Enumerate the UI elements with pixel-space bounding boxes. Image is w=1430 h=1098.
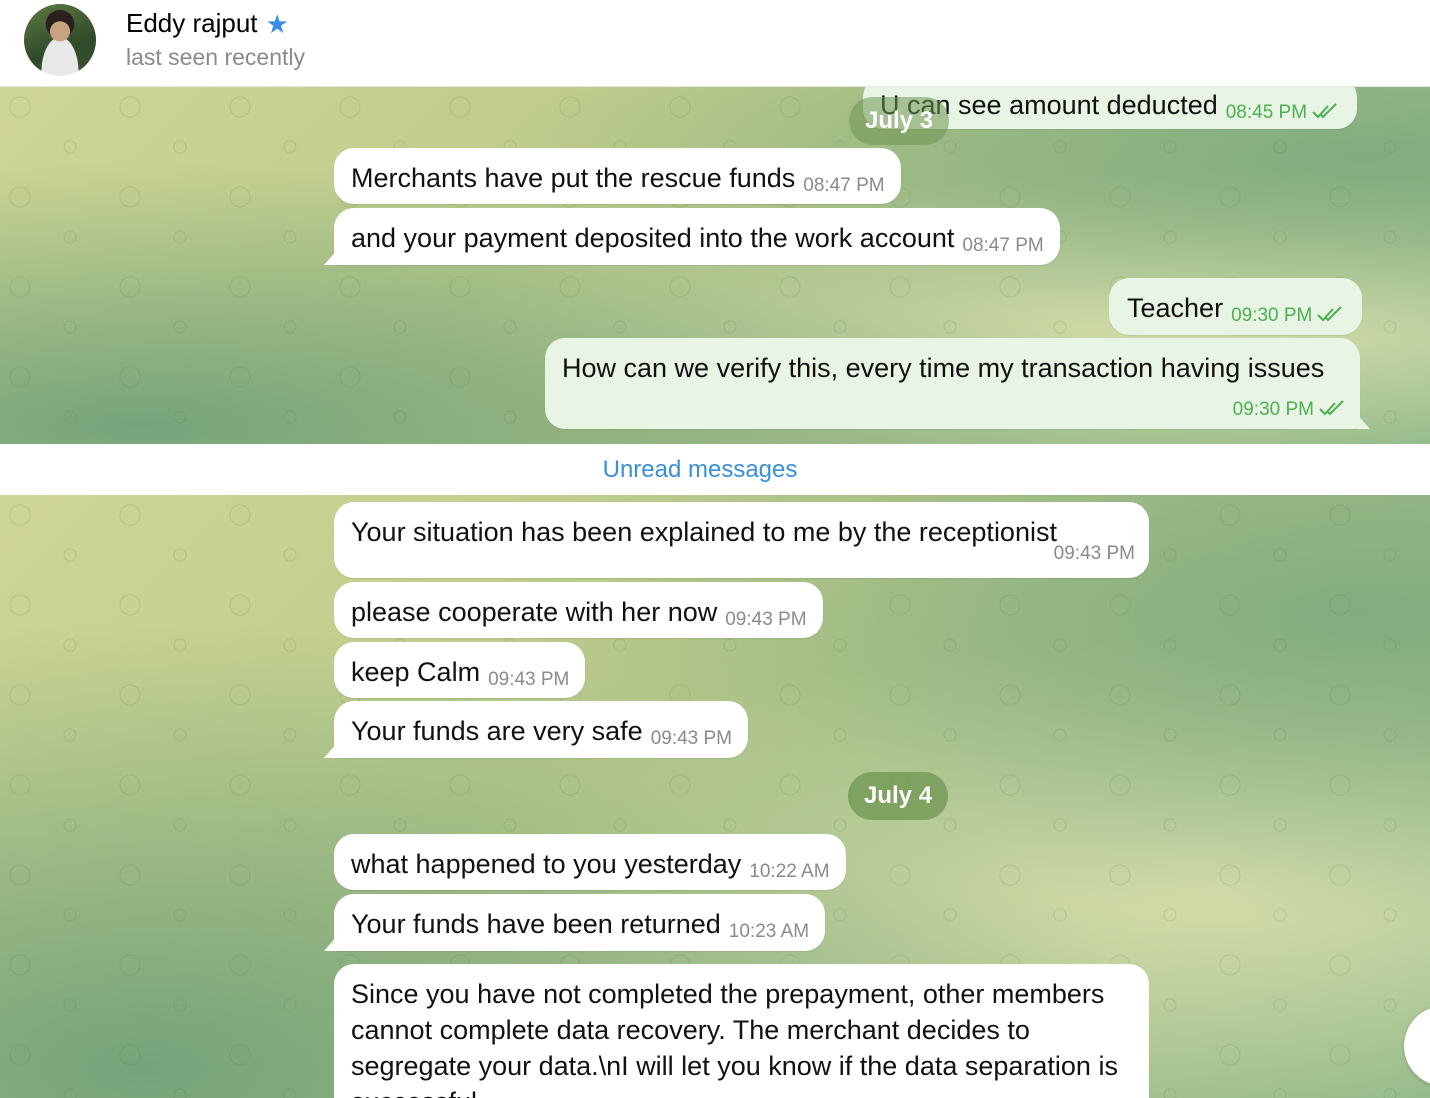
message-text: Your funds are very safe (351, 716, 643, 746)
contact-name[interactable]: Eddy rajput ★ (126, 8, 289, 39)
star-icon: ★ (265, 8, 289, 39)
message-text: How can we verify this, every time my tr… (562, 353, 1325, 383)
chat-header: Eddy rajput ★ last seen recently (0, 0, 1430, 87)
message-time: 08:47 PM (803, 175, 885, 196)
double-check-icon (1312, 103, 1337, 119)
double-check-icon (1319, 400, 1344, 416)
message-text: and your payment deposited into the work… (351, 223, 955, 253)
contact-name-text: Eddy rajput (126, 8, 258, 38)
date-pill: July 3 (849, 97, 950, 145)
unread-label: Unread messages (602, 455, 798, 483)
message-text: Your situation has been explained to me … (351, 517, 1057, 547)
message-incoming[interactable]: what happened to you yesterday 10:22 AM (334, 834, 846, 890)
message-text: Teacher (1127, 293, 1224, 323)
message-incoming[interactable]: keep Calm 09:43 PM (334, 642, 586, 698)
message-incoming[interactable]: please cooperate with her now 09:43 PM (334, 582, 823, 638)
message-text: please cooperate with her now (351, 597, 718, 627)
message-incoming[interactable]: Your funds have been returned 10:23 AM (334, 894, 826, 951)
message-time: 09:43 PM (1053, 543, 1135, 564)
message-outgoing[interactable]: How can we verify this, every time my tr… (545, 338, 1360, 429)
message-time: 08:45 PM (1226, 102, 1341, 123)
message-time: 09:43 PM (650, 728, 733, 749)
message-incoming[interactable]: and your payment deposited into the work… (334, 208, 1060, 265)
message-time: 09:43 PM (725, 609, 807, 630)
message-time: 09:30 PM (1233, 397, 1348, 423)
message-time: 10:23 AM (728, 921, 810, 942)
message-incoming[interactable]: Your situation has been explained to me … (334, 502, 1149, 578)
message-time: 08:47 PM (962, 235, 1044, 256)
double-check-icon (1317, 306, 1343, 322)
date-pill: July 4 (848, 772, 949, 820)
avatar[interactable] (24, 4, 96, 76)
message-incoming[interactable]: Your funds are very safe 09:43 PM (334, 701, 749, 758)
message-text: Merchants have put the rescue funds (351, 163, 796, 193)
message-text: Since you have not completed the prepaym… (351, 979, 1118, 1098)
unread-messages-divider: Unread messages (0, 444, 1430, 495)
message-text: keep Calm (351, 657, 481, 687)
chat-background-top: U can see amount deducted 08:45 PM July 3… (0, 87, 1430, 444)
message-time: 10:22 AM (749, 861, 830, 882)
message-time: 09:30 PM (1231, 305, 1346, 326)
message-time: 09:43 PM (488, 669, 570, 690)
chat-background-bottom: Your situation has been explained to me … (0, 495, 1430, 1098)
message-incoming[interactable]: Since you have not completed the prepaym… (334, 964, 1149, 1098)
message-outgoing[interactable]: Teacher 09:30 PM (1109, 278, 1363, 335)
message-text: Your funds have been returned (351, 909, 721, 939)
contact-status: last seen recently (126, 44, 305, 70)
message-incoming[interactable]: Merchants have put the rescue funds 08:47… (334, 148, 901, 204)
message-text: what happened to you yesterday (351, 849, 742, 879)
